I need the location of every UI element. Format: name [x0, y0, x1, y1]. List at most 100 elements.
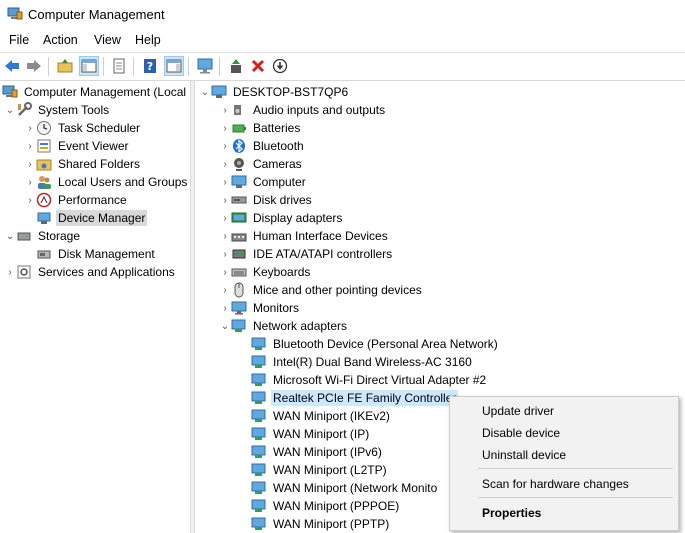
network-adapter-icon	[251, 372, 267, 388]
chevron-right-icon[interactable]: ›	[24, 191, 36, 209]
network-adapter-icon	[251, 516, 267, 532]
shared-folder-icon	[36, 156, 52, 172]
chevron-right-icon[interactable]: ›	[24, 155, 36, 173]
network-adapter-item-selected[interactable]: Realtek PCIe FE Family Controller	[239, 389, 459, 407]
device-category[interactable]: › IDE ATA/ATAPI controllers	[219, 245, 394, 263]
menu-action[interactable]: Action	[43, 33, 78, 47]
menu-separator	[478, 468, 673, 469]
device-category[interactable]: › Computer	[219, 173, 308, 191]
chevron-right-icon[interactable]: ›	[219, 263, 231, 281]
chevron-right-icon[interactable]: ›	[219, 173, 231, 191]
chevron-right-icon[interactable]: ›	[24, 119, 36, 137]
menu-help[interactable]: Help	[135, 33, 161, 47]
device-manager-icon	[36, 210, 52, 226]
chevron-right-icon[interactable]: ›	[219, 209, 231, 227]
event-viewer-icon	[36, 138, 52, 154]
chevron-right-icon[interactable]: ›	[219, 245, 231, 263]
device-category[interactable]: › Mice and other pointing devices	[219, 281, 424, 299]
network-adapter-icon	[251, 354, 267, 370]
chevron-right-icon[interactable]: ›	[219, 119, 231, 137]
network-adapter-item[interactable]: Microsoft Wi-Fi Direct Virtual Adapter #…	[239, 371, 488, 389]
chevron-right-icon[interactable]: ›	[219, 227, 231, 245]
chevron-right-icon[interactable]: ›	[219, 101, 231, 119]
tree-item-performance[interactable]: › Performance	[24, 191, 129, 209]
help-icon[interactable]: ?	[140, 56, 160, 76]
show-action-pane-icon[interactable]	[164, 56, 184, 76]
device-category-network-adapters[interactable]: ⌄ Network adapters	[219, 317, 349, 335]
network-adapter-item[interactable]: WAN Miniport (IP)	[239, 425, 371, 443]
device-category[interactable]: › Bluetooth	[219, 137, 306, 155]
users-icon	[36, 174, 52, 190]
network-adapter-item[interactable]: WAN Miniport (IPv6)	[239, 443, 384, 461]
device-category[interactable]: › Disk drives	[219, 191, 314, 209]
computer-management-icon	[7, 7, 23, 21]
chevron-right-icon[interactable]: ›	[219, 155, 231, 173]
window-title: Computer Management	[28, 7, 165, 22]
menu-item-scan-hardware[interactable]: Scan for hardware changes	[482, 477, 629, 491]
menu-item-update-driver[interactable]: Update driver	[482, 404, 554, 418]
chevron-right-icon[interactable]: ›	[24, 137, 36, 155]
disk-drive-icon	[231, 192, 247, 208]
network-adapter-icon	[251, 390, 267, 406]
disable-device-icon[interactable]	[270, 56, 290, 76]
clock-icon	[36, 120, 52, 136]
tree-item-services[interactable]: › Services and Applications	[4, 263, 177, 281]
tree-item-task-scheduler[interactable]: › Task Scheduler	[24, 119, 142, 137]
chevron-right-icon[interactable]: ›	[219, 299, 231, 317]
forward-arrow-icon[interactable]	[24, 56, 44, 76]
disk-management-icon	[36, 246, 52, 262]
chevron-right-icon[interactable]: ›	[24, 173, 36, 191]
chevron-right-icon[interactable]: ›	[219, 281, 231, 299]
network-adapter-item[interactable]: WAN Miniport (PPPOE)	[239, 497, 401, 515]
tree-item-storage[interactable]: ⌄ Storage	[4, 227, 82, 245]
tree-item-disk-management[interactable]: Disk Management	[24, 245, 157, 263]
chevron-down-icon[interactable]: ⌄	[219, 317, 231, 335]
menu-view[interactable]: View	[94, 33, 121, 47]
tree-item-event-viewer[interactable]: › Event Viewer	[24, 137, 130, 155]
device-category[interactable]: › Monitors	[219, 299, 301, 317]
performance-icon	[36, 192, 52, 208]
chevron-down-icon[interactable]: ⌄	[199, 83, 211, 101]
back-arrow-icon[interactable]	[2, 56, 22, 76]
device-category[interactable]: › Human Interface Devices	[219, 227, 390, 245]
network-adapter-item[interactable]: WAN Miniport (Network Monito	[239, 479, 439, 497]
tree-item-local-users[interactable]: › Local Users and Groups	[24, 173, 188, 191]
chevron-down-icon[interactable]: ⌄	[4, 227, 16, 245]
scan-hardware-icon[interactable]	[195, 56, 215, 76]
menu-file[interactable]: File	[9, 33, 29, 47]
device-category[interactable]: › Batteries	[219, 119, 302, 137]
menu-item-disable-device[interactable]: Disable device	[482, 426, 560, 440]
tools-icon	[16, 102, 32, 118]
hid-icon	[231, 228, 247, 244]
menu-item-uninstall-device[interactable]: Uninstall device	[482, 448, 566, 462]
tree-item-device-manager[interactable]: Device Manager	[24, 209, 148, 227]
device-root[interactable]: ⌄ DESKTOP-BST7QP6	[199, 83, 350, 101]
battery-icon	[231, 120, 247, 136]
tree-item-shared-folders[interactable]: › Shared Folders	[24, 155, 142, 173]
device-category[interactable]: › Display adapters	[219, 209, 344, 227]
chevron-right-icon[interactable]: ›	[4, 263, 16, 281]
bluetooth-icon	[231, 138, 247, 154]
device-category[interactable]: › Keyboards	[219, 263, 312, 281]
network-adapter-item[interactable]: Intel(R) Dual Band Wireless-AC 3160	[239, 353, 474, 371]
camera-icon	[231, 156, 247, 172]
export-list-icon[interactable]	[109, 56, 129, 76]
network-adapter-item[interactable]: Bluetooth Device (Personal Area Network)	[239, 335, 500, 353]
tree-item-system-tools[interactable]: ⌄ System Tools	[4, 101, 111, 119]
up-folder-icon[interactable]	[55, 56, 75, 76]
chevron-down-icon[interactable]: ⌄	[4, 101, 16, 119]
network-adapter-item[interactable]: WAN Miniport (IKEv2)	[239, 407, 392, 425]
chevron-right-icon[interactable]: ›	[219, 191, 231, 209]
menu-item-properties[interactable]: Properties	[482, 506, 541, 520]
uninstall-device-icon[interactable]	[248, 56, 268, 76]
computer-icon	[211, 84, 227, 100]
network-adapter-item[interactable]: WAN Miniport (PPTP)	[239, 515, 391, 533]
tree-item-root[interactable]: Computer Management (Local	[2, 83, 188, 101]
update-driver-icon[interactable]	[226, 56, 246, 76]
network-adapter-icon	[251, 444, 267, 460]
show-hide-console-tree-icon[interactable]	[79, 56, 99, 76]
network-adapter-item[interactable]: WAN Miniport (L2TP)	[239, 461, 389, 479]
device-category[interactable]: › Cameras	[219, 155, 304, 173]
device-category[interactable]: › Audio inputs and outputs	[219, 101, 387, 119]
chevron-right-icon[interactable]: ›	[219, 137, 231, 155]
